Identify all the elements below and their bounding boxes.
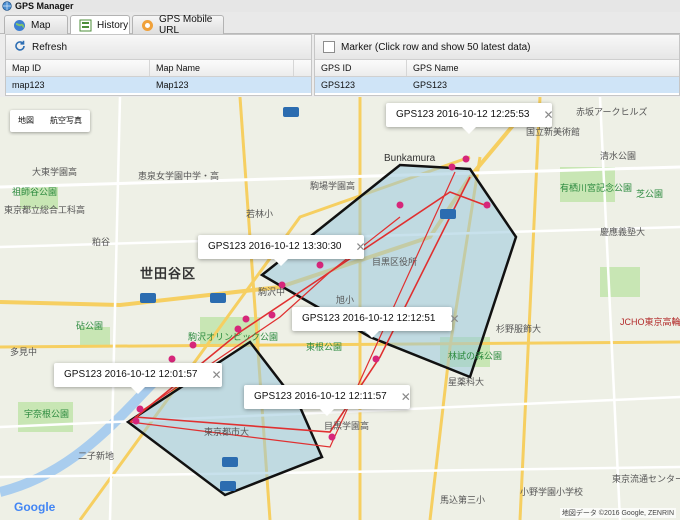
- map-type-control: 地図 航空写真: [10, 110, 90, 132]
- url-icon: [141, 19, 154, 32]
- place-label: 宇奈根公園: [24, 409, 70, 419]
- marker-checkbox[interactable]: [323, 41, 335, 53]
- ward-label: 世田谷区: [140, 266, 197, 281]
- info-window: GPS123 2016-10-12 13:30:30 ✕: [198, 235, 366, 266]
- place-label: Bunkamura: [384, 153, 436, 164]
- gps-list-panel: Marker (Click row and show 50 latest dat…: [314, 34, 680, 96]
- info-window: GPS123 2016-10-12 12:12:51 ✕: [292, 307, 460, 338]
- map-id-cell: map123: [12, 80, 45, 90]
- place-label: 目黒学園高: [324, 421, 370, 431]
- google-logo[interactable]: Google: [14, 500, 55, 514]
- place-label: 清水公園: [600, 151, 637, 161]
- column-header-map-id[interactable]: Map ID: [6, 60, 150, 76]
- place-label: 旭小: [336, 295, 355, 305]
- close-icon[interactable]: ✕: [543, 103, 553, 127]
- place-label: 赤坂アークヒルズ: [576, 107, 648, 117]
- map-type-satellite-button[interactable]: 航空写真: [42, 110, 90, 132]
- info-window: GPS123 2016-10-12 12:01:57 ✕: [54, 363, 222, 394]
- tab-label: GPS Mobile URL: [159, 14, 213, 36]
- column-header-gps-name[interactable]: GPS Name: [407, 60, 679, 76]
- globe-icon: [2, 1, 12, 11]
- map-list-toolbar: Refresh: [6, 35, 311, 60]
- place-label: 若林小: [246, 209, 274, 219]
- gps-id-cell: GPS123: [321, 80, 356, 90]
- table-row[interactable]: map123 Map123: [6, 77, 311, 93]
- info-window-text: GPS123 2016-10-12 12:25:53: [396, 109, 530, 120]
- place-label: 芝公園: [636, 189, 664, 199]
- info-window-text: GPS123 2016-10-12 12:01:57: [64, 369, 198, 380]
- gps-list-header: GPS ID GPS Name: [315, 60, 679, 77]
- column-header-map-name[interactable]: Map Name: [150, 60, 294, 76]
- tab-map[interactable]: Map: [4, 15, 68, 34]
- close-icon[interactable]: ✕: [211, 363, 221, 387]
- marker-label: Marker (Click row and show 50 latest dat…: [341, 41, 531, 53]
- info-window-text: GPS123 2016-10-12 13:30:30: [208, 241, 342, 252]
- place-label: 目黒区役所: [372, 257, 418, 267]
- tab-history[interactable]: History: [70, 15, 130, 35]
- place-label: 多見中: [10, 347, 38, 357]
- title-bar: GPS Manager: [0, 0, 680, 12]
- place-label: 林試の森公園: [448, 351, 503, 361]
- place-label: 慶應義塾大: [600, 227, 646, 237]
- refresh-label: Refresh: [32, 41, 68, 53]
- place-label: 東京流通センター: [612, 474, 680, 484]
- refresh-icon: [14, 40, 26, 55]
- info-window-text: GPS123 2016-10-12 12:11:57: [254, 391, 387, 402]
- window-title: GPS Manager: [15, 1, 74, 11]
- tab-label: History: [97, 20, 129, 31]
- place-label: 駒沢中: [258, 287, 286, 297]
- tab-bar: Map History GPS Mobile URL: [0, 12, 680, 36]
- map-type-roadmap-button[interactable]: 地図: [10, 110, 42, 132]
- place-label: 馬込第三小: [440, 495, 486, 505]
- place-label: JCHO東京高輪病院: [620, 317, 680, 327]
- place-label: 小野学園小学校: [520, 487, 584, 497]
- place-label: 大東学園高: [32, 167, 78, 177]
- map-name-cell: Map123: [156, 80, 189, 90]
- place-label: 粕谷: [92, 237, 111, 247]
- gps-list-toolbar: Marker (Click row and show 50 latest dat…: [315, 35, 679, 60]
- place-label: 杉野服飾大: [496, 324, 542, 334]
- map-canvas[interactable]: Bunkamura 赤坂アークヒルズ 国立新美術館 大東学園高 恵泉女学園中学・…: [0, 97, 680, 520]
- tab-label: Map: [31, 19, 51, 31]
- info-window: GPS123 2016-10-12 12:25:53 ✕: [386, 103, 554, 134]
- place-label: 砧公園: [76, 321, 104, 331]
- map-list-header: Map ID Map Name: [6, 60, 311, 77]
- info-window: GPS123 2016-10-12 12:11:57 ✕: [244, 385, 411, 416]
- place-label: 東京都市大: [204, 427, 250, 437]
- place-label: 東根公園: [306, 342, 343, 352]
- place-label: 祖師谷公園: [12, 187, 58, 197]
- table-row[interactable]: GPS123 GPS123: [315, 77, 679, 93]
- column-header-spacer: [294, 60, 311, 76]
- place-label: 東京都立総合工科高: [4, 205, 86, 215]
- map-list-panel: Refresh Map ID Map Name map123 Map123: [5, 34, 312, 96]
- park-area: [600, 267, 640, 297]
- place-label: 駒場学園高: [310, 181, 356, 191]
- history-icon: [79, 19, 92, 32]
- info-window-text: GPS123 2016-10-12 12:12:51: [302, 313, 436, 324]
- refresh-button[interactable]: Refresh: [14, 40, 67, 55]
- close-icon[interactable]: ✕: [401, 385, 411, 409]
- tab-gps-mobile-url[interactable]: GPS Mobile URL: [132, 14, 224, 36]
- map-icon: [13, 19, 26, 32]
- gps-name-cell: GPS123: [413, 80, 448, 90]
- close-icon[interactable]: ✕: [355, 235, 365, 259]
- place-label: 二子新地: [78, 451, 115, 461]
- column-header-gps-id[interactable]: GPS ID: [315, 60, 407, 76]
- place-label: 星薬科大: [448, 377, 485, 387]
- place-label: 恵泉女学園中学・高: [138, 171, 220, 181]
- close-icon[interactable]: ✕: [449, 307, 459, 331]
- place-label: 有栖川宮記念公園: [560, 183, 633, 193]
- map-attribution[interactable]: 地図データ ©2016 Google, ZENRIN: [559, 508, 676, 518]
- place-label: 駒沢オリンピック公園: [188, 332, 279, 342]
